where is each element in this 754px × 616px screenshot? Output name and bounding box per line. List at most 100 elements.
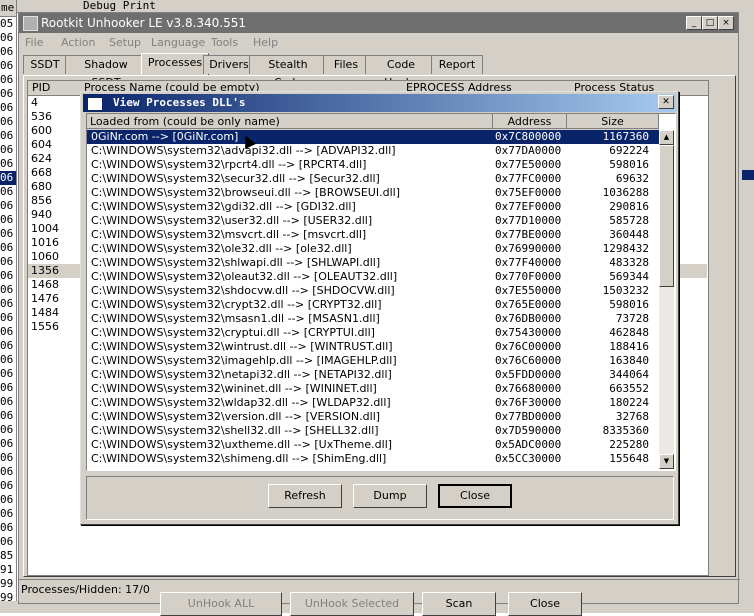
dll-row[interactable]: C:\WINDOWS\system32\msasn1.dll --> [MSAS… bbox=[87, 312, 659, 326]
dll-row[interactable]: C:\WINDOWS\system32\wintrust.dll --> [WI… bbox=[87, 340, 659, 354]
dll-row[interactable]: C:\WINDOWS\system32\shdocvw.dll --> [SHD… bbox=[87, 284, 659, 298]
dll-address: 0x77E50000 bbox=[495, 158, 562, 171]
dll-address: 0x75430000 bbox=[495, 326, 562, 339]
tab-drivers[interactable]: Drivers bbox=[203, 55, 255, 74]
tab-ssdt[interactable]: SSDT bbox=[23, 55, 67, 74]
window-title-bar[interactable]: Rootkit Unhooker LE v3.8.340.551 _ □ × bbox=[19, 13, 738, 33]
dll-address: 0x76DB0000 bbox=[495, 312, 562, 325]
dll-address: 0x77F40000 bbox=[495, 256, 562, 269]
background-left-row: 06 bbox=[0, 269, 14, 282]
debug-print-header: Debug Print bbox=[83, 0, 156, 12]
dll-row[interactable]: C:\WINDOWS\system32\netapi32.dll --> [NE… bbox=[87, 368, 659, 382]
tab-shadow-ssdt[interactable]: Shadow SSDT bbox=[65, 55, 147, 89]
dll-row[interactable]: C:\WINDOWS\system32\advapi32.dll --> [AD… bbox=[87, 144, 659, 158]
dll-row[interactable]: C:\WINDOWS\system32\shlwapi.dll --> [SHL… bbox=[87, 256, 659, 270]
menu-tools[interactable]: Tools bbox=[211, 36, 238, 49]
process-row-pid[interactable]: 1356 bbox=[28, 264, 80, 278]
refresh-button[interactable]: Refresh bbox=[268, 484, 342, 508]
dll-row[interactable]: C:\WINDOWS\system32\secur32.dll --> [Sec… bbox=[87, 172, 659, 186]
dll-row[interactable]: C:\WINDOWS\system32\crypt32.dll --> [CRY… bbox=[87, 298, 659, 312]
dll-row[interactable]: 0GiNr.com --> [0GiNr.com] 0x7C800000 11673… bbox=[87, 130, 659, 144]
menu-file[interactable]: File bbox=[25, 36, 43, 49]
dll-size: 73728 bbox=[615, 312, 649, 325]
background-left-row: 06 bbox=[0, 87, 14, 100]
process-row-pid[interactable]: 940 bbox=[28, 208, 80, 222]
dll-row[interactable]: C:\WINDOWS\system32\cryptui.dll --> [CRY… bbox=[87, 326, 659, 340]
background-left-row: 06 bbox=[0, 311, 14, 324]
tab-processes[interactable]: Processes bbox=[141, 53, 209, 75]
process-row-pid[interactable]: 856 bbox=[28, 194, 80, 208]
column-address[interactable]: Address bbox=[493, 114, 567, 129]
column-pid[interactable]: PID bbox=[32, 81, 50, 95]
background-left-row: 06 bbox=[0, 73, 14, 86]
column-size[interactable]: Size bbox=[567, 114, 659, 129]
column-loaded-from[interactable]: Loaded from (could be only name) bbox=[87, 114, 493, 129]
dll-row[interactable]: C:\WINDOWS\system32\shimeng.dll --> [Shi… bbox=[87, 452, 659, 466]
tab-code-hooks[interactable]: Code Hooks bbox=[365, 55, 437, 89]
scroll-down-arrow-icon[interactable]: ▼ bbox=[659, 454, 674, 469]
dll-row[interactable]: C:\WINDOWS\system32\uxtheme.dll --> [UxT… bbox=[87, 438, 659, 452]
process-row-pid[interactable]: 1484 bbox=[28, 306, 80, 320]
background-left-row: 06 bbox=[0, 241, 14, 254]
dll-row[interactable]: C:\WINDOWS\system32\shell32.dll --> [SHE… bbox=[87, 424, 659, 438]
dll-size: 1036288 bbox=[602, 186, 649, 199]
background-left-row: 06 bbox=[0, 479, 14, 492]
dll-path: C:\WINDOWS\system32\shlwapi.dll --> [SHL… bbox=[91, 256, 381, 269]
process-row-pid[interactable]: 536 bbox=[28, 110, 80, 124]
dll-address: 0x7C800000 bbox=[495, 130, 562, 143]
dll-row[interactable]: C:\WINDOWS\system32\rpcrt4.dll --> [RPCR… bbox=[87, 158, 659, 172]
dll-row[interactable]: C:\WINDOWS\system32\ole32.dll --> [ole32… bbox=[87, 242, 659, 256]
dll-row[interactable]: C:\WINDOWS\system32\wininet.dll --> [WIN… bbox=[87, 382, 659, 396]
dump-button[interactable]: Dump bbox=[353, 484, 427, 508]
process-row-pid[interactable]: 1004 bbox=[28, 222, 80, 236]
dll-row[interactable]: C:\WINDOWS\system32\imagehlp.dll --> [IM… bbox=[87, 354, 659, 368]
menu-setup[interactable]: Setup bbox=[109, 36, 141, 49]
dll-size: 585728 bbox=[609, 214, 649, 227]
dll-row[interactable]: C:\WINDOWS\system32\wldap32.dll --> [WLD… bbox=[87, 396, 659, 410]
process-row-pid[interactable]: 1060 bbox=[28, 250, 80, 264]
dll-row[interactable]: C:\WINDOWS\system32\msvcrt.dll --> [msvc… bbox=[87, 228, 659, 242]
dialog-close-x-button[interactable]: ✕ bbox=[658, 95, 674, 109]
dll-path: C:\WINDOWS\system32\version.dll --> [VER… bbox=[91, 410, 381, 423]
dialog-title-bar[interactable]: View Processes DLL's bbox=[83, 94, 676, 112]
process-row-pid[interactable]: 1556 bbox=[28, 320, 80, 334]
scrollbar-thumb[interactable] bbox=[659, 145, 674, 287]
dll-row[interactable]: C:\WINDOWS\system32\gdi32.dll --> [GDI32… bbox=[87, 200, 659, 214]
background-left-row: 85 bbox=[0, 549, 14, 562]
dialog-close-button[interactable]: Close bbox=[438, 484, 512, 508]
dll-size: 462848 bbox=[609, 326, 649, 339]
process-row-pid[interactable]: 600 bbox=[28, 124, 80, 138]
background-left-row: 06 bbox=[0, 381, 14, 394]
background-left-row: 05 bbox=[0, 17, 14, 30]
dll-row[interactable]: C:\WINDOWS\system32\oleaut32.dll --> [OL… bbox=[87, 270, 659, 284]
menu-language[interactable]: Language bbox=[151, 36, 205, 49]
dll-row[interactable]: C:\WINDOWS\system32\version.dll --> [VER… bbox=[87, 410, 659, 424]
menu-action[interactable]: Action bbox=[61, 36, 95, 49]
tab-report[interactable]: Report bbox=[431, 55, 483, 74]
process-row-pid[interactable]: 1468 bbox=[28, 278, 80, 292]
status-bar: Processes/Hidden: 17/0 bbox=[19, 579, 740, 600]
dll-row[interactable]: C:\WINDOWS\system32\user32.dll --> [USER… bbox=[87, 214, 659, 228]
tab-files[interactable]: Files bbox=[323, 55, 369, 74]
minimize-button[interactable]: _ bbox=[686, 16, 702, 30]
dll-list[interactable]: Loaded from (could be only name) Address… bbox=[86, 113, 676, 471]
process-row-pid[interactable]: 4 bbox=[28, 96, 80, 110]
menu-help[interactable]: Help bbox=[253, 36, 278, 49]
process-row-pid[interactable]: 680 bbox=[28, 180, 80, 194]
process-row-pid[interactable]: 1016 bbox=[28, 236, 80, 250]
background-left-row: 06 bbox=[0, 409, 14, 422]
window-title: Rootkit Unhooker LE v3.8.340.551 bbox=[41, 16, 247, 30]
maximize-button[interactable]: □ bbox=[702, 16, 718, 30]
dll-path: C:\WINDOWS\system32\browseui.dll --> [BR… bbox=[91, 186, 400, 199]
dll-address: 0x76C00000 bbox=[495, 340, 562, 353]
process-row-pid[interactable]: 1476 bbox=[28, 292, 80, 306]
window-close-button[interactable]: × bbox=[718, 16, 734, 30]
dll-row[interactable]: C:\WINDOWS\system32\browseui.dll --> [BR… bbox=[87, 186, 659, 200]
process-row-pid[interactable]: 624 bbox=[28, 152, 80, 166]
process-row-pid[interactable]: 668 bbox=[28, 166, 80, 180]
vertical-scrollbar[interactable]: ▲ ▼ bbox=[659, 130, 674, 469]
tab-stealth-code[interactable]: Stealth Code bbox=[249, 55, 327, 89]
process-row-pid[interactable]: 604 bbox=[28, 138, 80, 152]
scroll-up-arrow-icon[interactable]: ▲ bbox=[659, 130, 674, 145]
background-left-row: 06 bbox=[0, 157, 14, 170]
